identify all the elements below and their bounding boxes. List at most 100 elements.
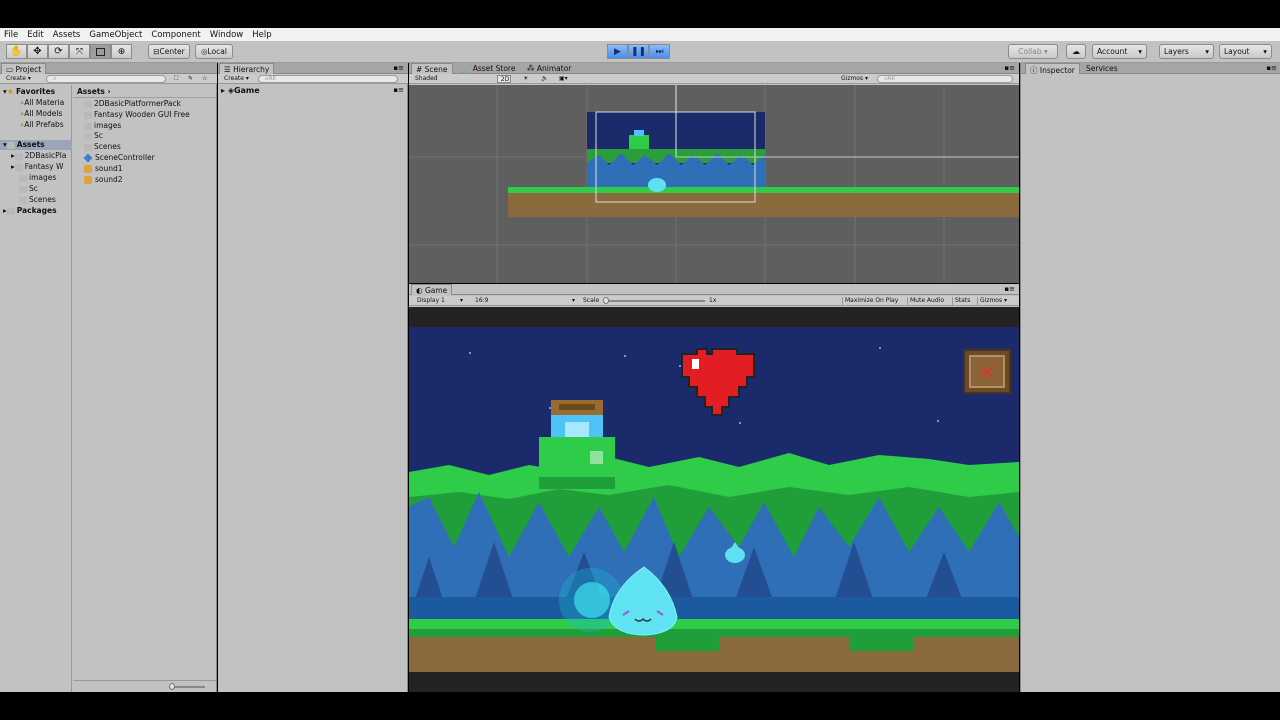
tab-game[interactable]: ◐ Game (411, 284, 453, 295)
file-label: SceneController (95, 153, 155, 162)
chevron-down-icon: ▾ (571, 297, 575, 304)
project-search-input[interactable]: ⌕ (46, 75, 166, 83)
tab-scene[interactable]: # Scene (411, 63, 453, 74)
aspect-dropdown[interactable]: 16:9 ▾ (473, 297, 577, 305)
favorite-item[interactable]: ⌕All Prefabs (20, 120, 64, 130)
game-viewport[interactable]: ✕ (409, 307, 1019, 692)
cloud-button[interactable]: ☁ (1066, 44, 1086, 59)
account-dropdown[interactable]: Account ▾ (1092, 44, 1147, 59)
scale-slider-thumb[interactable] (603, 297, 609, 304)
menu-gameobject[interactable]: GameObject (89, 30, 142, 40)
layers-dropdown[interactable]: Layers ▾ (1159, 44, 1214, 59)
menu-assets[interactable]: Assets (53, 30, 81, 40)
collab-label: Collab ▾ (1018, 47, 1048, 56)
menu-window[interactable]: Window (210, 30, 244, 40)
tab-hierarchy[interactable]: ☰ Hierarchy (219, 63, 275, 74)
menu-edit[interactable]: Edit (27, 30, 43, 40)
file-item[interactable]: images (84, 121, 121, 130)
scene-search-input[interactable]: ⌕All (877, 75, 1013, 83)
tree-item[interactable]: images (19, 173, 56, 182)
file-item[interactable]: SceneController (83, 153, 155, 163)
folder-icon (84, 111, 92, 119)
pivot-center-button[interactable]: ⊟ Center (148, 44, 190, 59)
tab-project[interactable]: ▭ Project (1, 63, 47, 74)
tree-item[interactable]: Scenes (19, 195, 56, 204)
letterbox-top (0, 0, 1280, 28)
menu-help[interactable]: Help (252, 30, 271, 40)
play-button[interactable]: ▶ (607, 44, 628, 59)
hand-icon: ✋ (10, 46, 23, 57)
file-item[interactable]: 2DBasicPlatformerPack (84, 99, 181, 108)
favorite-item[interactable]: ⌕All Materia (20, 98, 64, 108)
filter-type-icon[interactable]: ⛶ (172, 75, 178, 83)
file-item[interactable]: sound1 (84, 164, 123, 173)
mute-audio-toggle[interactable]: Mute Audio (907, 297, 944, 305)
scene-viewport[interactable] (409, 85, 1019, 283)
menu-component[interactable]: Component (151, 30, 200, 40)
tab-animator[interactable]: ⁂ Animator (527, 64, 571, 73)
rect-tool-button[interactable] (90, 44, 111, 59)
tree-item[interactable]: ▸ Fantasy W (11, 162, 63, 171)
scene-menu-icon[interactable]: ▪≡ (393, 86, 404, 94)
layout-dropdown[interactable]: Layout ▾ (1219, 44, 1272, 59)
tree-packages-root[interactable]: ▸ Packages (3, 206, 57, 215)
hierarchy-tabbar: ☰ Hierarchy ▪≡ (218, 63, 408, 74)
hierarchy-scene-root[interactable]: ▸ ◈Game (221, 86, 260, 95)
project-tree: ▾★ Favorites ⌕All Materia ⌕All Models ⌕Al… (0, 85, 72, 692)
stats-toggle[interactable]: Stats (952, 297, 970, 305)
lighting-toggle-icon[interactable]: ☀ (521, 75, 528, 83)
favorite-star-icon[interactable]: ☆ (200, 75, 207, 83)
menu-file[interactable]: File (4, 30, 18, 40)
panel-menu-icon[interactable]: ▪≡ (393, 64, 404, 72)
panel-menu-icon[interactable]: ▪≡ (1266, 64, 1277, 72)
display-label: Display 1 (417, 297, 445, 304)
tree-item[interactable]: ▸ 2DBasicPla (11, 151, 66, 160)
scale-label: Scale (583, 297, 600, 304)
file-item[interactable]: Fantasy Wooden GUI Free (84, 110, 190, 119)
favorites-header[interactable]: ▾★ Favorites (3, 87, 55, 96)
svg-text:✕: ✕ (978, 361, 996, 386)
hierarchy-create-dropdown[interactable]: Create ▾ (222, 75, 249, 83)
tab-hierarchy-label: Hierarchy (233, 65, 270, 74)
file-item[interactable]: sound2 (84, 175, 123, 184)
hand-tool-button[interactable]: ✋ (6, 44, 27, 59)
gizmos-dropdown[interactable]: Gizmos ▾ (839, 75, 868, 83)
move-tool-button[interactable]: ✥ (27, 44, 48, 59)
maximize-on-play-toggle[interactable]: Maximize On Play (842, 297, 898, 305)
step-button[interactable]: ⏭ (649, 44, 670, 59)
game-tabbar: ◐ Game ▪≡ (409, 284, 1019, 295)
scale-tool-button[interactable]: ⤧ (69, 44, 90, 59)
rotate-tool-button[interactable]: ⟳ (48, 44, 69, 59)
toggle-2d-button[interactable]: 2D (497, 75, 511, 83)
display-dropdown[interactable]: Display 1 ▾ (415, 297, 465, 305)
game-gizmos-dropdown[interactable]: Gizmos ▾ (977, 297, 1007, 305)
hierarchy-search-input[interactable]: ⌕All (258, 75, 398, 83)
panel-menu-icon[interactable]: ▪≡ (1004, 64, 1015, 72)
hierarchy-subbar: Create ▾ ⌕All (218, 74, 408, 84)
panel-menu-icon[interactable]: ▪≡ (1004, 285, 1015, 293)
effects-toggle-icon[interactable]: ▣▾ (557, 75, 568, 83)
transform-tool-button[interactable]: ⊕ (111, 44, 132, 59)
tab-services[interactable]: Services (1086, 64, 1118, 73)
favorite-item[interactable]: ⌕All Models (20, 109, 62, 119)
project-create-dropdown[interactable]: Create ▾ (4, 75, 31, 83)
collab-dropdown[interactable]: Collab ▾ (1008, 44, 1058, 59)
tree-item-label: 2DBasicPla (24, 151, 67, 160)
filter-label-icon[interactable]: ✎ (186, 75, 193, 83)
shading-mode-dropdown[interactable]: Shaded (413, 75, 491, 83)
tab-asset-store[interactable]: 🛒 Asset Store (461, 64, 515, 73)
tab-inspector[interactable]: ⓘ Inspector (1025, 63, 1080, 75)
tree-assets-root[interactable]: ▾ Assets (0, 140, 72, 150)
pivot-local-button[interactable]: ◎ Local (195, 44, 233, 59)
pause-icon: ❚❚ (630, 46, 647, 57)
folder-icon (84, 100, 92, 108)
scale-slider[interactable] (605, 300, 705, 302)
file-item[interactable]: Sc (84, 131, 103, 140)
audio-toggle-icon[interactable]: 🔈 (539, 75, 548, 83)
pacman-icon: ◐ (416, 286, 425, 295)
tree-item[interactable]: Sc (19, 184, 38, 193)
slider-thumb[interactable] (169, 683, 175, 690)
breadcrumb[interactable]: Assets › (77, 87, 111, 96)
pause-button[interactable]: ❚❚ (628, 44, 649, 59)
file-item[interactable]: Scenes (84, 142, 121, 151)
